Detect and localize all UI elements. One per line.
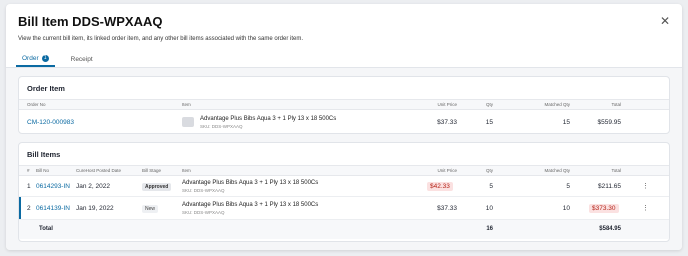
total: $211.65 [597,183,621,190]
item-sku: SKU: DDS-WPXAAQ [182,210,225,215]
item-sku: SKU: DDS-WPXAAQ [182,188,225,193]
order-item-card: Order Item Order No Item Unit Price Qty … [18,76,670,134]
qty: 5 [489,183,493,190]
order-item-header: Order No Item Unit Price Qty Matched Qty… [19,100,669,110]
posted-date: Jan 19, 2022 [76,205,114,212]
matched-qty: 5 [566,183,570,190]
row-menu-icon[interactable]: ⋮ [642,182,649,190]
unit-price: $37.33 [437,119,457,126]
bill-no-link[interactable]: 0614139-IN [36,205,70,212]
total-flag: $373.30 [589,204,619,213]
item-name: Advantage Plus Bibs Aqua 3 + 1 Ply 13 x … [182,180,319,186]
row-number: 2 [27,205,31,212]
matched-qty: 15 [562,119,570,126]
close-icon[interactable]: ✕ [660,14,670,28]
order-item-title: Order Item [19,77,669,100]
product-thumbnail [182,117,194,127]
order-no-link[interactable]: CM-120-000983 [27,119,74,126]
tab-order-badge: 1 [41,54,49,62]
col-unit-price: Unit Price [437,102,457,107]
bill-items-title: Bill Items [19,143,669,166]
dialog-description: View the current bill item, its linked o… [18,36,304,42]
table-row[interactable]: 2 0614139-IN Jan 19, 2022 New Advantage … [19,197,669,220]
dialog-content: Order Item Order No Item Unit Price Qty … [6,68,682,250]
status-badge: New [142,205,159,213]
totals-label: Total [39,226,53,232]
totals-qty: 16 [486,226,493,232]
item-name: Advantage Plus Bibs Aqua 3 + 1 Ply 13 x … [182,202,319,208]
col-order-no: Order No [27,102,46,107]
unit-price: $37.33 [437,205,457,212]
qty: 10 [485,205,493,212]
col-total: Total [611,102,621,107]
tab-receipt-label: Receipt [70,55,93,63]
status-badge: Approved [142,183,172,191]
col-posted-date: CureHost Posted Date [76,168,122,173]
col-qty: Qty [485,102,493,107]
bill-items-header: # Bill No CureHost Posted Date Bill Stag… [19,166,669,176]
totals-amount: $584.95 [599,226,621,232]
tab-order-label: Order [22,54,39,62]
item-sku: SKU: DDS-WPXAAQ [200,124,243,129]
total: $559.95 [597,119,622,126]
bill-item-dialog: Bill Item DDS-WPXAAQ ✕ View the current … [6,4,682,250]
bill-items-card: Bill Items # Bill No CureHost Posted Dat… [18,142,670,242]
col-matched-qty: Matched Qty [544,102,570,107]
col-qty: Qty [485,168,493,173]
col-num: # [27,168,30,173]
col-item: Item [182,102,191,107]
row-menu-icon[interactable]: ⋮ [642,204,649,212]
selected-row-indicator [19,197,21,219]
col-unit-price: Unit Price [437,168,457,173]
table-row[interactable]: 1 0614293-IN Jan 2, 2022 Approved Advant… [19,176,669,197]
posted-date: Jan 2, 2022 [76,183,110,190]
col-total: Total [611,168,621,173]
matched-qty: 10 [562,205,570,212]
col-bill-no: Bill No [36,168,50,173]
qty: 15 [485,119,493,126]
bill-no-link[interactable]: 0614293-IN [36,183,70,190]
col-matched-qty: Matched Qty [544,168,570,173]
unit-price-flag: $42.33 [427,182,453,191]
dialog-title: Bill Item DDS-WPXAAQ [18,14,163,29]
tab-receipt[interactable]: Receipt [65,51,99,67]
col-item: Item [182,168,191,173]
order-item-row: CM-120-000983 Advantage Plus Bibs Aqua 3… [19,110,669,133]
item-name: Advantage Plus Bibs Aqua 3 + 1 Ply 13 x … [200,116,337,122]
tab-order[interactable]: Order 1 [16,51,55,67]
col-bill-stage: Bill Stage [142,168,162,173]
row-number: 1 [27,183,31,190]
totals-row: Total 16 $584.95 [19,220,669,239]
tab-bar: Order 1 Receipt [16,51,99,67]
